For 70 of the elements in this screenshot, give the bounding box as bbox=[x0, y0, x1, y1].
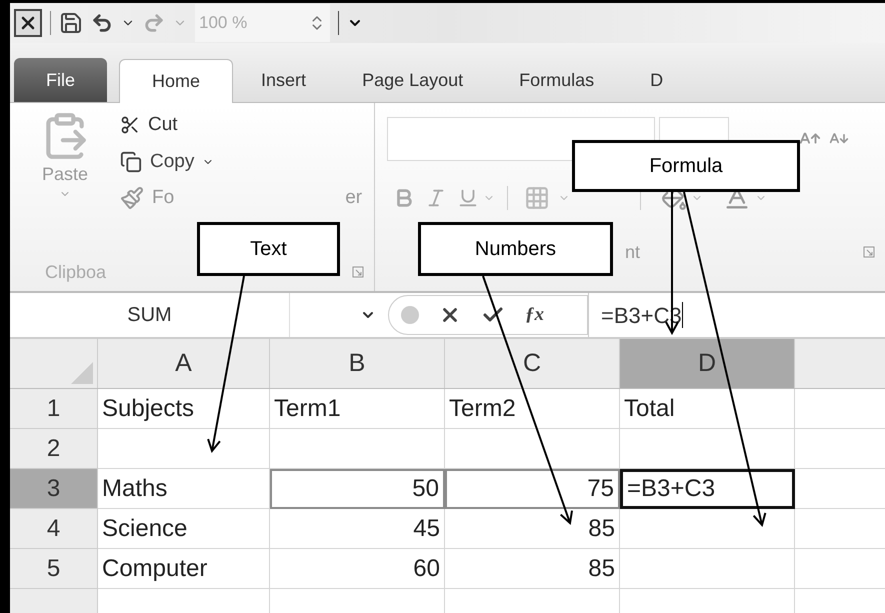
column-header[interactable]: D bbox=[620, 339, 795, 388]
cell-value: =B3+C3 bbox=[627, 474, 716, 504]
table-cell[interactable]: Science bbox=[98, 509, 270, 549]
ribbon-tab[interactable]: Formulas bbox=[491, 58, 622, 102]
callout-tooltip: Formula bbox=[572, 140, 800, 192]
borders-icon[interactable] bbox=[524, 185, 550, 211]
row-header[interactable]: 5 bbox=[10, 549, 98, 589]
dialog-launcher-icon[interactable] bbox=[352, 266, 364, 278]
table-cell[interactable] bbox=[620, 509, 795, 549]
column-header[interactable]: A bbox=[98, 339, 270, 388]
scissors-icon bbox=[120, 115, 140, 136]
row-header[interactable]: 4 bbox=[10, 509, 98, 549]
table-cell[interactable] bbox=[270, 429, 445, 469]
table-cell[interactable] bbox=[620, 429, 795, 469]
ribbon-tab[interactable]: Page Layout bbox=[334, 58, 492, 102]
table-cell[interactable] bbox=[445, 429, 620, 469]
table-cell[interactable]: 50 bbox=[270, 469, 445, 509]
undo-icon[interactable] bbox=[91, 12, 113, 34]
ribbon-tab[interactable]: Home bbox=[119, 59, 234, 103]
underline-icon[interactable] bbox=[457, 187, 479, 209]
table-cell[interactable]: Term1 bbox=[270, 389, 445, 429]
table-cell[interactable]: Subjects bbox=[98, 389, 270, 429]
ribbon-tab[interactable]: Insert bbox=[233, 58, 334, 102]
name-box[interactable]: SUM bbox=[10, 293, 290, 337]
cell-value: Computer bbox=[102, 554, 208, 584]
table-cell[interactable]: 60 bbox=[270, 549, 445, 589]
select-all-icon[interactable] bbox=[71, 362, 93, 384]
table-cell[interactable] bbox=[620, 549, 795, 589]
redo-icon[interactable] bbox=[143, 12, 165, 34]
column-header[interactable]: B bbox=[270, 339, 445, 388]
cell-value: 50 bbox=[412, 474, 439, 504]
table-cell[interactable]: =B3+C3 bbox=[620, 469, 795, 509]
table-cell[interactable]: 85 bbox=[445, 509, 620, 549]
cell-value: Science bbox=[102, 514, 188, 544]
ribbon-tab[interactable]: D bbox=[622, 58, 692, 102]
table-cell[interactable]: 85 bbox=[445, 549, 620, 589]
save-icon[interactable] bbox=[59, 11, 83, 35]
table-cell[interactable]: Maths bbox=[98, 469, 270, 509]
cell-value: 45 bbox=[413, 514, 440, 544]
cell-value: 85 bbox=[588, 514, 615, 544]
table-cell[interactable]: Total bbox=[620, 389, 795, 429]
table-cell[interactable]: Term2 bbox=[445, 389, 620, 429]
row-header[interactable]: 2 bbox=[10, 429, 98, 469]
group-label: nt bbox=[625, 240, 640, 264]
table-cell[interactable]: 75 bbox=[445, 469, 620, 509]
cell-value: 85 bbox=[588, 554, 615, 584]
cell-value: 60 bbox=[413, 554, 440, 584]
group-label: Clipboa bbox=[45, 260, 106, 284]
ribbon-tab[interactable]: File bbox=[14, 58, 108, 102]
callout-tooltip: Numbers bbox=[418, 222, 613, 276]
cell-value: Total bbox=[624, 394, 675, 424]
cell-value: Subjects bbox=[102, 394, 194, 424]
table-cell[interactable] bbox=[98, 429, 270, 469]
table-cell[interactable]: Computer bbox=[98, 549, 270, 589]
cell-value: Term2 bbox=[449, 394, 516, 424]
callout-tooltip: Text bbox=[197, 222, 340, 276]
row-header[interactable] bbox=[10, 589, 98, 613]
round-button-icon[interactable] bbox=[401, 306, 419, 324]
insert-function-button[interactable]: ƒx bbox=[525, 300, 544, 330]
copy-button[interactable]: Copy bbox=[120, 148, 362, 176]
row-header[interactable]: 3 bbox=[10, 469, 98, 509]
format-painter-icon[interactable] bbox=[120, 186, 144, 210]
dialog-launcher-icon[interactable] bbox=[863, 246, 875, 258]
copy-icon bbox=[120, 150, 142, 173]
cell-value: Maths bbox=[102, 474, 168, 504]
table-cell[interactable]: 45 bbox=[270, 509, 445, 549]
cut-button[interactable]: Cut bbox=[120, 111, 362, 140]
cell-value: Term1 bbox=[274, 394, 341, 424]
row-header[interactable]: 1 bbox=[10, 389, 98, 429]
cell-value: 75 bbox=[587, 474, 614, 504]
